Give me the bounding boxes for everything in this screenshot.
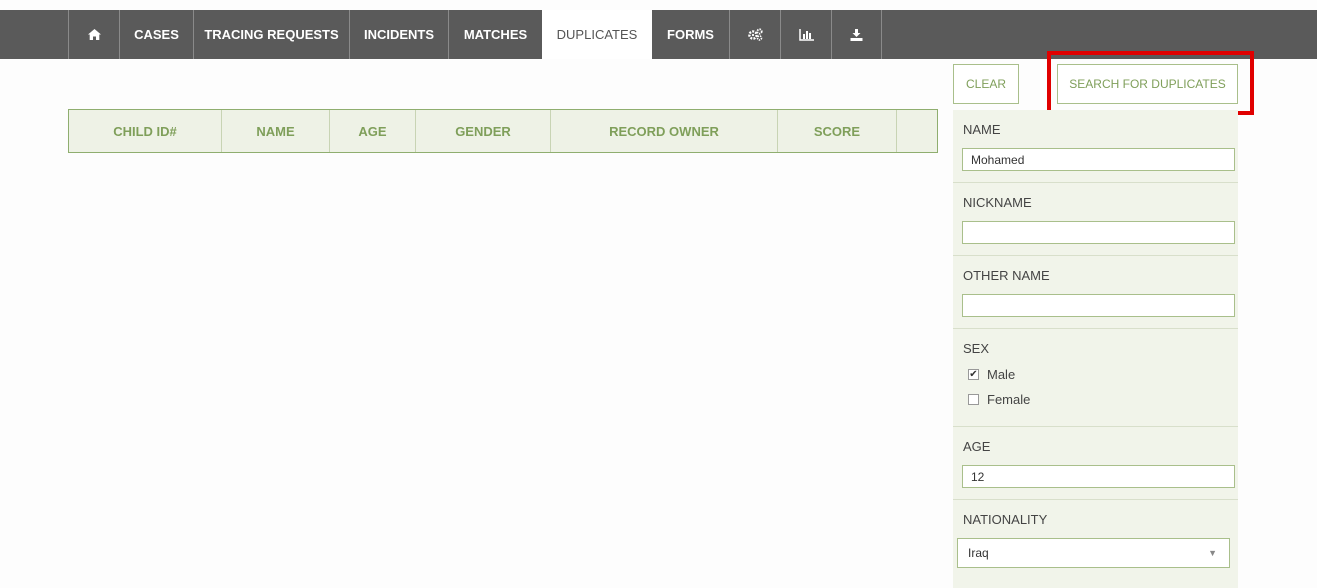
female-checkbox[interactable] (968, 394, 979, 405)
nickname-input[interactable] (962, 221, 1235, 244)
nav-reports[interactable] (780, 10, 831, 59)
filter-name-section: NAME Mohamed (953, 110, 1238, 183)
nav-duplicates[interactable]: DUPLICATES (542, 10, 652, 59)
filter-age-section: AGE 12 (953, 427, 1238, 500)
nationality-value: Iraq (968, 546, 989, 560)
male-checkbox[interactable]: ✔ (968, 369, 979, 380)
nav-home[interactable] (68, 10, 119, 59)
bar-chart-icon (798, 28, 814, 41)
column-header-record-owner[interactable]: RECORD OWNER (551, 110, 778, 152)
age-input[interactable]: 12 (962, 465, 1235, 488)
sex-option-female[interactable]: Female (968, 392, 1030, 407)
nav-tracing-requests[interactable]: TRACING REQUESTS (193, 10, 349, 59)
name-label: NAME (963, 122, 1001, 137)
column-header-score[interactable]: SCORE (778, 110, 897, 152)
top-strip (0, 0, 1317, 10)
dropdown-arrow-icon: ▼ (1208, 548, 1217, 558)
download-icon (850, 28, 863, 41)
sex-label: SEX (963, 341, 990, 356)
other-name-input[interactable] (962, 294, 1235, 317)
nav-label: DUPLICATES (556, 27, 638, 42)
nav-export[interactable] (831, 10, 882, 59)
gears-icon (747, 28, 763, 41)
nationality-label: NATIONALITY (963, 512, 1048, 527)
clear-button[interactable]: CLEAR (953, 64, 1019, 104)
nav-label: INCIDENTS (363, 27, 435, 42)
other-name-label: OTHER NAME (963, 268, 1050, 283)
nav-label: MATCHES (463, 27, 528, 42)
nationality-select[interactable]: Iraq ▼ (957, 538, 1230, 568)
nav-settings[interactable] (729, 10, 780, 59)
column-header-child-id[interactable]: CHILD ID# (69, 110, 222, 152)
home-icon (87, 29, 101, 40)
nav-matches[interactable]: MATCHES (448, 10, 542, 59)
nickname-label: NICKNAME (963, 195, 1032, 210)
column-header-age[interactable]: AGE (330, 110, 416, 152)
filter-nationality-section: NATIONALITY Iraq ▼ (953, 500, 1238, 588)
female-label: Female (987, 392, 1031, 407)
nav-menu: CASES TRACING REQUESTS INCIDENTS MATCHES… (68, 10, 882, 59)
age-label: AGE (963, 439, 991, 454)
male-label: Male (987, 367, 1016, 382)
nav-label: CASES (134, 27, 179, 42)
filter-panel: NAME Mohamed NICKNAME OTHER NAME SEX ✔ M… (953, 110, 1238, 588)
name-input[interactable]: Mohamed (962, 148, 1235, 171)
nav-label: TRACING REQUESTS (204, 27, 339, 42)
nav-incidents[interactable]: INCIDENTS (349, 10, 448, 59)
column-header-name[interactable]: NAME (222, 110, 330, 152)
filter-nickname-section: NICKNAME (953, 183, 1238, 256)
column-header-empty (897, 110, 937, 152)
sex-option-male[interactable]: ✔ Male (968, 367, 1015, 382)
filter-sex-section: SEX ✔ Male Female (953, 329, 1238, 427)
column-header-gender[interactable]: GENDER (416, 110, 551, 152)
nav-cases[interactable]: CASES (119, 10, 193, 59)
filter-other-name-section: OTHER NAME (953, 256, 1238, 329)
duplicates-results-table: CHILD ID# NAME AGE GENDER RECORD OWNER S… (68, 109, 938, 153)
highlight-box (1047, 51, 1254, 115)
nav-forms[interactable]: FORMS (652, 10, 729, 59)
nav-label: FORMS (667, 27, 714, 42)
